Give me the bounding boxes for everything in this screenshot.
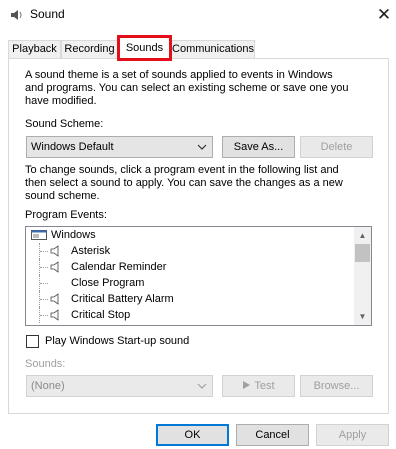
startup-sound-label[interactable]: Play Windows Start-up sound (45, 335, 189, 348)
scroll-thumb[interactable] (355, 244, 370, 262)
tab-communications[interactable]: Communications (171, 40, 255, 59)
chevron-down-icon (197, 383, 207, 389)
speaker-icon (50, 261, 59, 273)
program-events-label: Program Events: (25, 209, 107, 221)
scheme-select[interactable]: Windows Default (26, 136, 213, 158)
test-label: Test (254, 380, 275, 392)
speaker-icon (50, 309, 59, 321)
scheme-value: Windows Default (31, 141, 114, 153)
apply-button[interactable]: Apply (316, 424, 389, 446)
list-item[interactable]: Windows (26, 227, 355, 243)
speaker-icon (50, 293, 59, 305)
startup-sound-checkbox[interactable] (26, 335, 39, 348)
list-item-label: Critical Stop (71, 309, 131, 321)
ok-button[interactable]: OK (156, 424, 229, 446)
program-events-list[interactable]: Windows Asterisk Calendar Reminder Close… (25, 226, 372, 326)
list-item[interactable]: Calendar Reminder (26, 259, 355, 275)
scroll-down-icon[interactable]: ▼ (354, 308, 371, 325)
list-item[interactable]: Asterisk (26, 243, 355, 259)
list-item-label: Close Program (71, 277, 145, 289)
list-item[interactable]: Critical Battery Alarm (26, 291, 355, 307)
scroll-up-icon[interactable]: ▲ (354, 227, 371, 244)
browse-button[interactable]: Browse... (300, 375, 373, 397)
scheme-label: Sound Scheme: (25, 118, 104, 130)
list-item-label: Asterisk (71, 245, 111, 257)
delete-button[interactable]: Delete (300, 136, 373, 158)
sound-select[interactable]: (None) (26, 375, 213, 397)
close-icon[interactable]: ✕ (371, 2, 396, 28)
tab-playback[interactable]: Playback (8, 40, 61, 59)
list-item-label: Critical Battery Alarm (71, 293, 174, 305)
cancel-button[interactable]: Cancel (236, 424, 309, 446)
windows-group-icon (31, 230, 47, 240)
list-scrollbar[interactable]: ▲ ▼ (354, 227, 371, 325)
list-item-label: Windows (51, 229, 96, 241)
change-instructions-text: To change sounds, click a program event … (25, 164, 343, 202)
title-bar: Sound ✕ (0, 0, 396, 31)
list-item[interactable]: Close Program (26, 275, 355, 291)
list-item[interactable]: Critical Stop (26, 307, 355, 323)
intro-text: A sound theme is a set of sounds applied… (25, 69, 349, 107)
list-item-label: Calendar Reminder (71, 261, 167, 273)
sounds-panel: A sound theme is a set of sounds applied… (8, 58, 389, 414)
speaker-app-icon (11, 10, 22, 20)
save-as-button[interactable]: Save As... (222, 136, 295, 158)
play-icon (243, 381, 251, 389)
tab-sounds[interactable]: Sounds (118, 37, 171, 59)
chevron-down-icon (197, 144, 207, 150)
window-title: Sound (30, 7, 65, 21)
tab-recording[interactable]: Recording (61, 40, 118, 59)
sounds-label: Sounds: (25, 358, 66, 370)
speaker-icon (50, 245, 59, 257)
sound-value: (None) (31, 380, 65, 392)
test-button[interactable]: Test (222, 375, 295, 397)
